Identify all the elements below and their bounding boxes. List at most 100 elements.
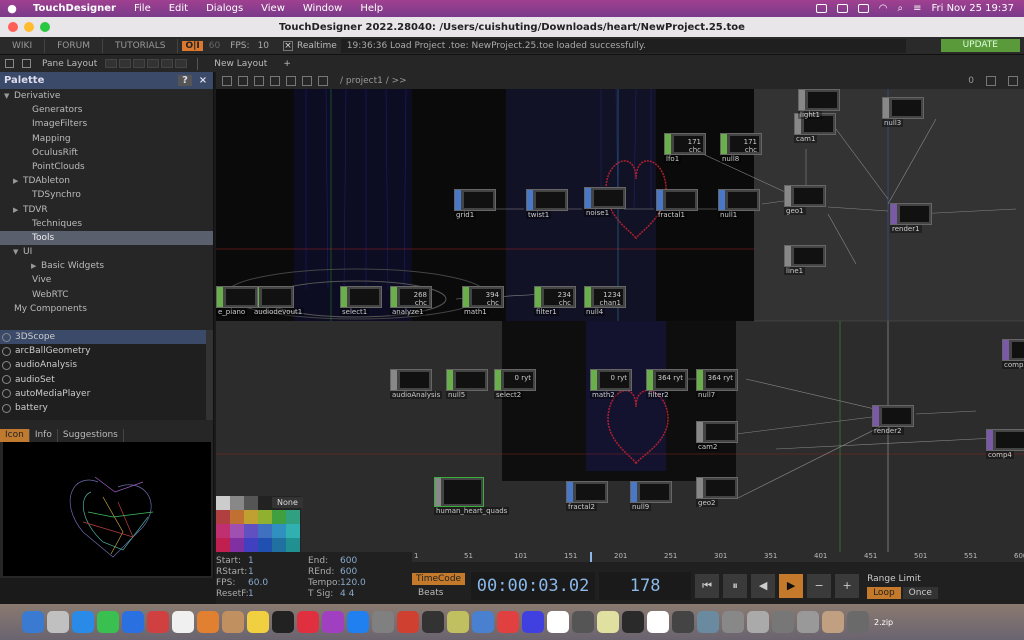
palette-tree-item[interactable]: ▼ UI [0,245,213,259]
dock-app-icon[interactable] [22,611,44,633]
operator-box[interactable]: 364 ryt [646,369,688,391]
operator-name[interactable]: light1 [798,111,822,119]
palette-tree-item[interactable]: Tools [0,230,213,246]
swatch[interactable] [258,496,272,510]
dock-app-icon[interactable] [422,611,444,633]
operator-box[interactable] [216,286,258,308]
operator-box[interactable] [890,203,932,225]
operator-name[interactable]: fractal2 [566,503,597,511]
palette-tree-item[interactable]: ▼ Derivative [0,89,213,103]
dock-app-icon[interactable] [172,611,194,633]
dock-app-icon[interactable] [822,611,844,633]
operator-name[interactable]: geo1 [784,207,806,215]
operator-box[interactable] [784,245,826,267]
layout-slot[interactable] [119,59,132,68]
control-center-icon[interactable]: ≡ [913,3,921,14]
palette-tree-item[interactable]: OculusRift [0,146,213,160]
collapsed-arrow-icon[interactable]: ▶ [31,259,41,273]
status-icon[interactable] [815,4,827,13]
tab-info[interactable]: Info [30,429,58,442]
timeline-field-value[interactable]: 1 [248,556,308,567]
dock-app-icon[interactable] [222,611,244,633]
operator-name[interactable]: filter2 [646,391,671,399]
play-icon[interactable]: ▶ [779,574,804,598]
dock-file-label[interactable]: 2.zip [874,618,893,627]
operator-box[interactable]: 234 chc [534,286,576,308]
status-icon[interactable] [836,4,848,13]
operator-name[interactable]: cam2 [696,443,720,451]
operator-box[interactable]: 394 chc [462,286,504,308]
add-icon[interactable] [286,75,296,86]
operator-box[interactable] [434,477,484,507]
dock-app-icon[interactable] [347,611,369,633]
expanded-arrow-icon[interactable]: ▼ [13,245,23,259]
operator-name[interactable]: null7 [696,391,718,399]
operator-box[interactable] [696,477,738,499]
network-path[interactable]: / project1 / >> [340,76,407,86]
dock-app-icon[interactable] [247,611,269,633]
operator-name[interactable]: filter1 [534,308,559,316]
operator-box[interactable] [798,89,840,111]
dock-app-icon[interactable] [47,611,69,633]
dock-app-icon[interactable] [72,611,94,633]
swatch[interactable] [286,524,300,538]
palette-component-item[interactable]: autoMediaPlayer [0,387,206,401]
operator-box[interactable] [390,369,432,391]
palette-close-button[interactable]: × [196,75,210,86]
palette-tree-item[interactable]: TDSynchro [0,188,213,202]
swatch[interactable] [272,538,286,552]
realtime-checkbox[interactable]: × [283,40,294,51]
operator-box[interactable] [986,429,1024,451]
operator-name[interactable]: render1 [890,225,922,233]
swatch[interactable] [258,510,272,524]
operator-box[interactable]: 364 ryt [696,369,738,391]
operator-name[interactable]: math2 [590,391,617,399]
beats-toggle[interactable]: Beats [412,587,465,599]
operator-name[interactable]: comp4 [986,451,1014,459]
operator-name[interactable]: select2 [494,391,524,399]
apple-menu-icon[interactable]: ● [0,2,24,15]
dock-app-icon[interactable] [622,611,644,633]
swatch[interactable] [258,538,272,552]
operator-name[interactable]: null8 [720,155,742,163]
operator-box[interactable] [718,189,760,211]
operator-name[interactable]: noise1 [584,209,612,217]
swatch[interactable] [272,510,286,524]
operator-box[interactable] [446,369,488,391]
dock-app-icon[interactable] [522,611,544,633]
swatch[interactable] [216,524,230,538]
collapsed-arrow-icon[interactable]: ▶ [13,174,23,188]
maximize-icon[interactable] [986,75,996,86]
swatch[interactable] [258,524,272,538]
operator-box[interactable] [252,286,294,308]
operator-box[interactable] [1002,339,1024,361]
menu-file[interactable]: File [125,3,160,14]
operator-name[interactable]: null3 [882,119,904,127]
palette-component-item[interactable]: audioSet [0,373,206,387]
play-reverse-icon[interactable]: ◀ [751,574,776,598]
palette-tree-item[interactable]: ▶ Basic Widgets [0,259,213,273]
dock-app-icon[interactable] [272,611,294,633]
dock-app-icon[interactable] [147,611,169,633]
time-display[interactable]: 00:00:03.02 [471,572,596,600]
battery-icon[interactable] [857,4,869,13]
layout-slot[interactable] [133,59,146,68]
swatch[interactable] [244,510,258,524]
palette-tree-item[interactable]: ▶ TDAbleton [0,174,213,188]
tab-suggestions[interactable]: Suggestions [58,429,124,442]
swatch[interactable] [244,496,258,510]
app-menu[interactable]: TouchDesigner [24,3,125,14]
palette-tree-item[interactable]: Vive [0,273,213,287]
operator-name[interactable]: audioAnalysis [390,391,443,399]
swatch[interactable] [272,524,286,538]
add-layout-button[interactable]: + [275,59,299,69]
operator-name[interactable]: human_heart_quads [434,507,510,515]
loop-button[interactable]: Loop [867,586,901,599]
palette-tree-item[interactable]: ImageFilters [0,117,213,131]
operator-box[interactable] [784,185,826,207]
operator-box[interactable] [340,286,382,308]
collapsed-arrow-icon[interactable]: ▶ [13,203,23,217]
dock-app-icon[interactable] [847,611,869,633]
search-icon[interactable]: ⌕ [897,3,903,14]
step-back-icon[interactable]: − [807,574,832,598]
